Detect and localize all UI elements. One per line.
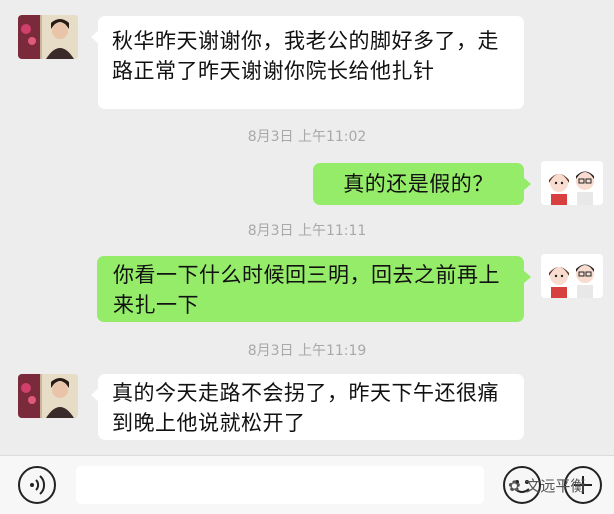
message-text: 真的还是假的？ [343,172,494,196]
my-avatar[interactable] [541,161,603,205]
message-text: 真的今天走路不会拐了，昨天下午还很痛到晚上他说就松开了 [112,381,499,435]
timestamp: 8月3日 上午11:19 [247,343,367,359]
contact-avatar[interactable] [18,374,78,418]
cartoon-couple-icon [541,254,603,298]
message-bubble[interactable]: 秋华昨天谢谢你，我老公的脚好多了，走路正常了昨天谢谢你院长给他扎针 [91,16,524,109]
watermark: ✿ 文远平衡 [508,475,585,496]
message-input[interactable] [76,466,484,504]
chat-area: 秋华昨天谢谢你，我老公的脚好多了，走路正常了昨天谢谢你院长给他扎针 8月3日 上… [0,0,614,455]
message-text: 你看一下什么时候回三明，回去之前再上来扎一下 [113,263,500,317]
message-bubble[interactable]: 真的还是假的？ [313,163,531,205]
my-avatar[interactable] [541,254,603,298]
voice-icon [30,475,46,495]
contact-photo-icon [18,374,78,418]
watermark-icon: ✿ [508,477,521,495]
cartoon-couple-icon [541,161,603,205]
voice-button[interactable] [18,466,56,504]
contact-avatar[interactable] [18,15,78,59]
timestamp: 8月3日 上午11:11 [247,223,367,239]
message-bubble[interactable]: 真的今天走路不会拐了，昨天下午还很痛到晚上他说就松开了 [91,374,524,440]
watermark-text: 文远平衡 [525,477,586,495]
message-bubble[interactable]: 你看一下什么时候回三明，回去之前再上来扎一下 [97,256,531,322]
contact-photo-icon [18,15,78,59]
timestamp: 8月3日 上午11:02 [247,129,367,145]
message-text: 秋华昨天谢谢你，我老公的脚好多了，走路正常了昨天谢谢你院长给他扎针 [112,29,499,83]
